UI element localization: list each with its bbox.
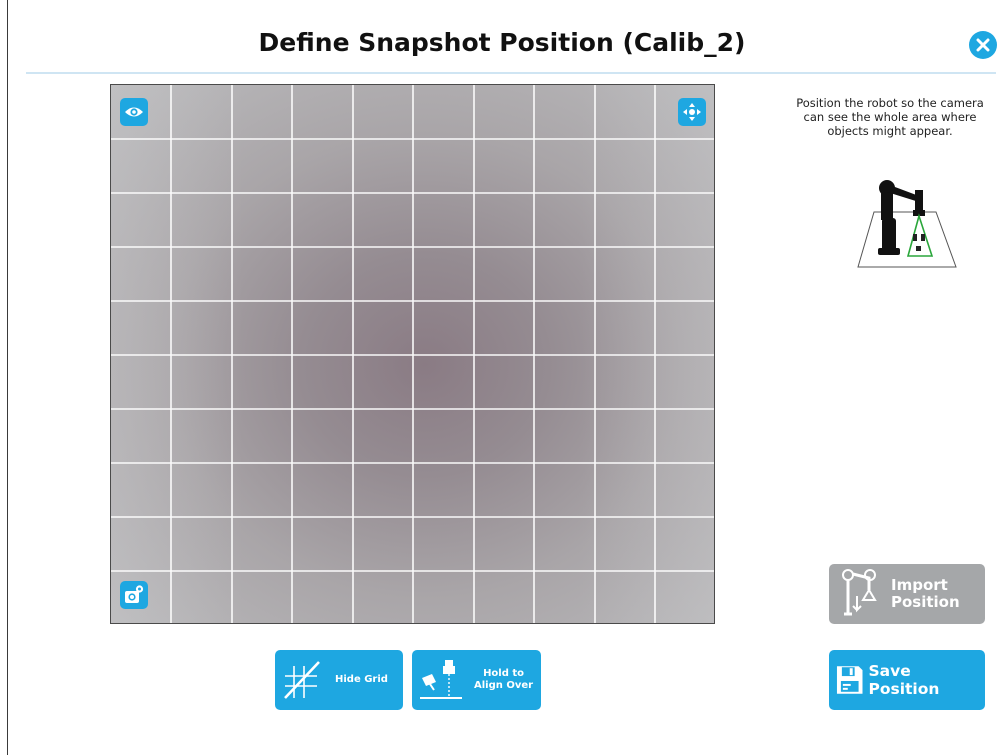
camera-settings-icon (125, 585, 144, 603)
page-title: Define Snapshot Position (Calib_2) (258, 28, 746, 57)
close-button[interactable] (969, 31, 997, 59)
hide-grid-label: Hide Grid (335, 674, 388, 685)
window-left-border (7, 0, 8, 755)
align-over-label: Align Over (474, 680, 534, 691)
camera-feed[interactable] (110, 84, 715, 624)
move-robot-button[interactable] (678, 98, 706, 126)
grid-slash-icon (284, 661, 320, 699)
instructions-text: Position the robot so the camera can see… (780, 96, 1000, 138)
title-divider (26, 72, 996, 74)
camera-settings-button[interactable] (120, 581, 148, 609)
eye-icon (125, 107, 143, 117)
import-button-label: Position (891, 593, 960, 611)
instructions-line: objects might appear. (827, 124, 953, 138)
calibration-grid (111, 85, 714, 623)
close-icon (976, 38, 990, 52)
hold-to-align-over-button[interactable]: Hold to Align Over (412, 650, 541, 710)
toggle-view-button[interactable] (120, 98, 148, 126)
save-position-button[interactable]: Save Position (829, 650, 985, 710)
instructions-line: can see the whole area where (803, 110, 977, 124)
robot-camera-illustration (857, 180, 957, 268)
instructions-line: Position the robot so the camera (796, 96, 984, 110)
import-button-label: Import (891, 576, 948, 594)
robot-align-icon (420, 660, 462, 699)
save-position-label: Save Position (868, 662, 940, 698)
robot-import-icon (842, 569, 877, 616)
align-over-label: Hold to (483, 668, 525, 679)
hide-grid-button[interactable]: Hide Grid (275, 650, 403, 710)
move-arrows-icon (683, 103, 701, 121)
import-position-button[interactable]: Import Position (829, 564, 985, 624)
floppy-disk-icon (836, 666, 863, 694)
